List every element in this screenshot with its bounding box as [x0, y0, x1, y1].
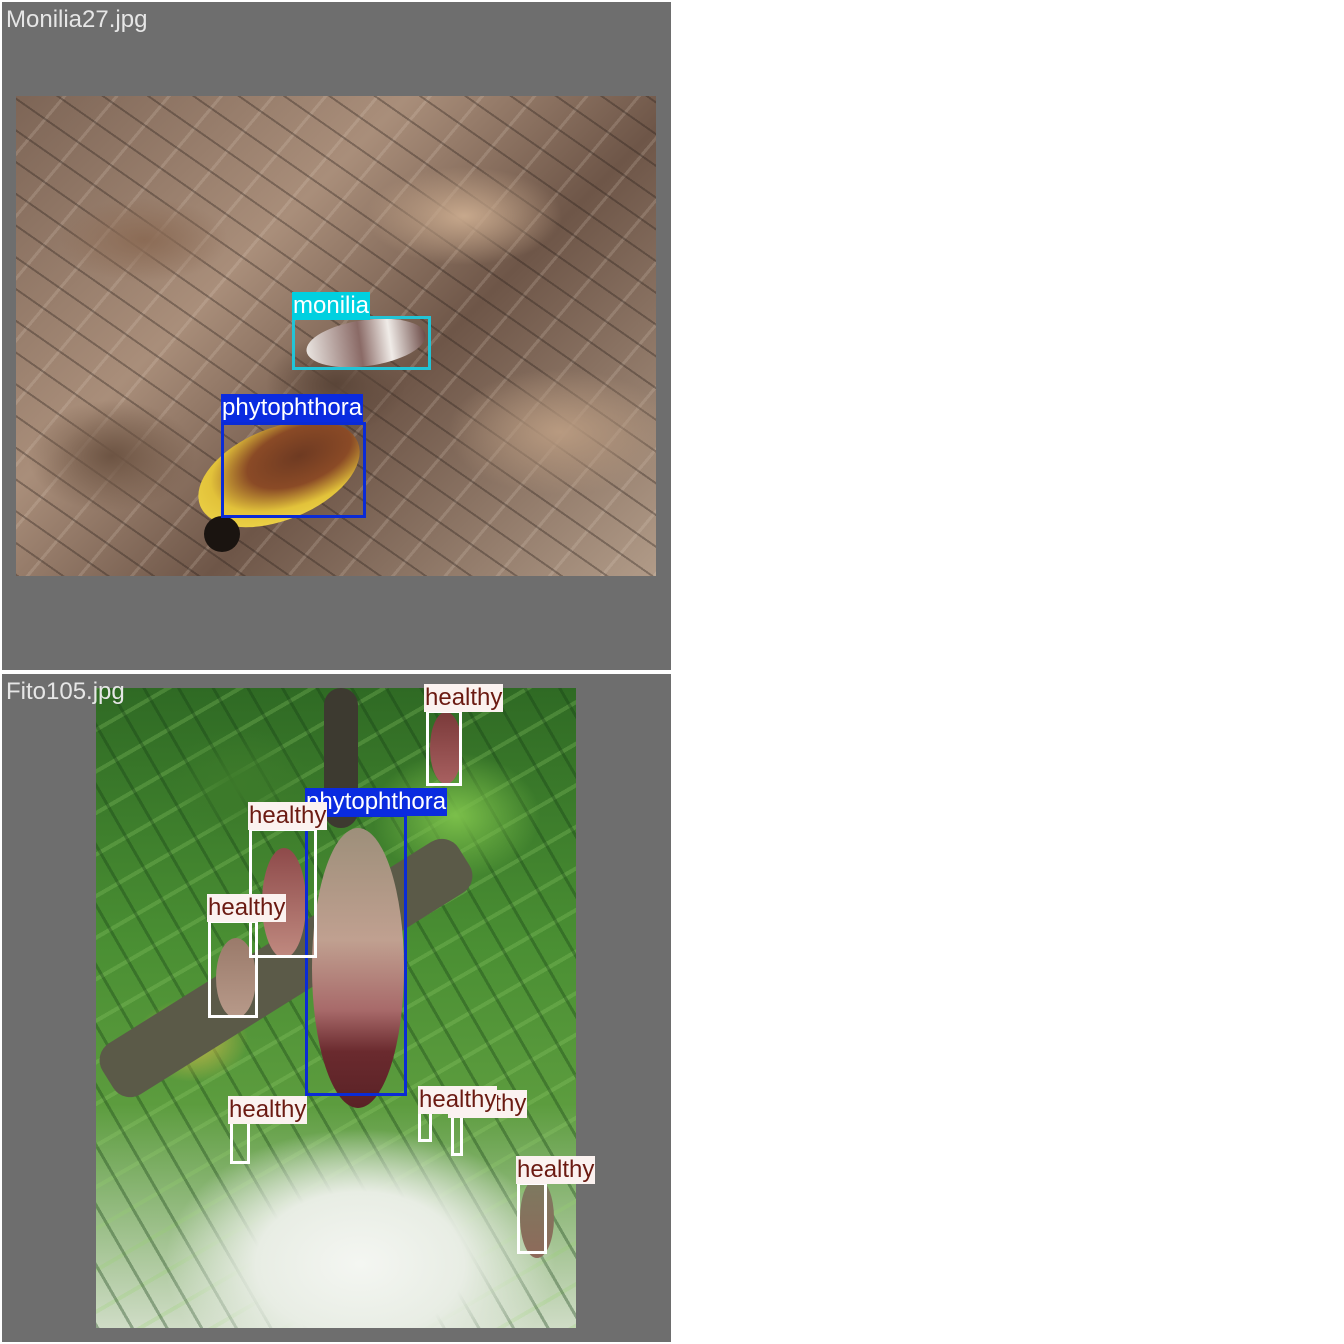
bbox-label-healthy: healthy: [228, 1096, 308, 1124]
bbox-healthy[interactable]: [249, 828, 317, 958]
pod-shadow: [204, 516, 240, 552]
image-panel-fito105: Fito105.jpg healthy phytophthora healthy…: [2, 674, 671, 1342]
image-panel-monilia27: Monilia27.jpg monilia phytophthora: [2, 2, 671, 670]
bbox-healthy[interactable]: [418, 1110, 432, 1142]
bbox-healthy[interactable]: [451, 1114, 463, 1156]
bbox-healthy[interactable]: [208, 920, 258, 1018]
bbox-healthy[interactable]: [230, 1120, 250, 1164]
bbox-label-healthy: healthy: [418, 1086, 498, 1114]
bbox-label-phytophthora: phytophthora: [221, 394, 364, 422]
bbox-healthy[interactable]: [517, 1182, 547, 1254]
bbox-phytophthora[interactable]: [221, 422, 366, 518]
bbox-label-monilia: monilia: [292, 292, 371, 320]
filename-label: Fito105.jpg: [6, 678, 125, 705]
bbox-label-healthy: healthy: [424, 684, 504, 712]
bbox-label-healthy: healthy: [248, 802, 328, 830]
bbox-label-healthy: healthy: [207, 894, 287, 922]
bbox-phytophthora[interactable]: [305, 814, 407, 1096]
bbox-monilia[interactable]: [292, 316, 431, 370]
filename-label: Monilia27.jpg: [6, 6, 148, 33]
bbox-healthy[interactable]: [426, 710, 462, 786]
bbox-label-healthy: healthy: [516, 1156, 596, 1184]
